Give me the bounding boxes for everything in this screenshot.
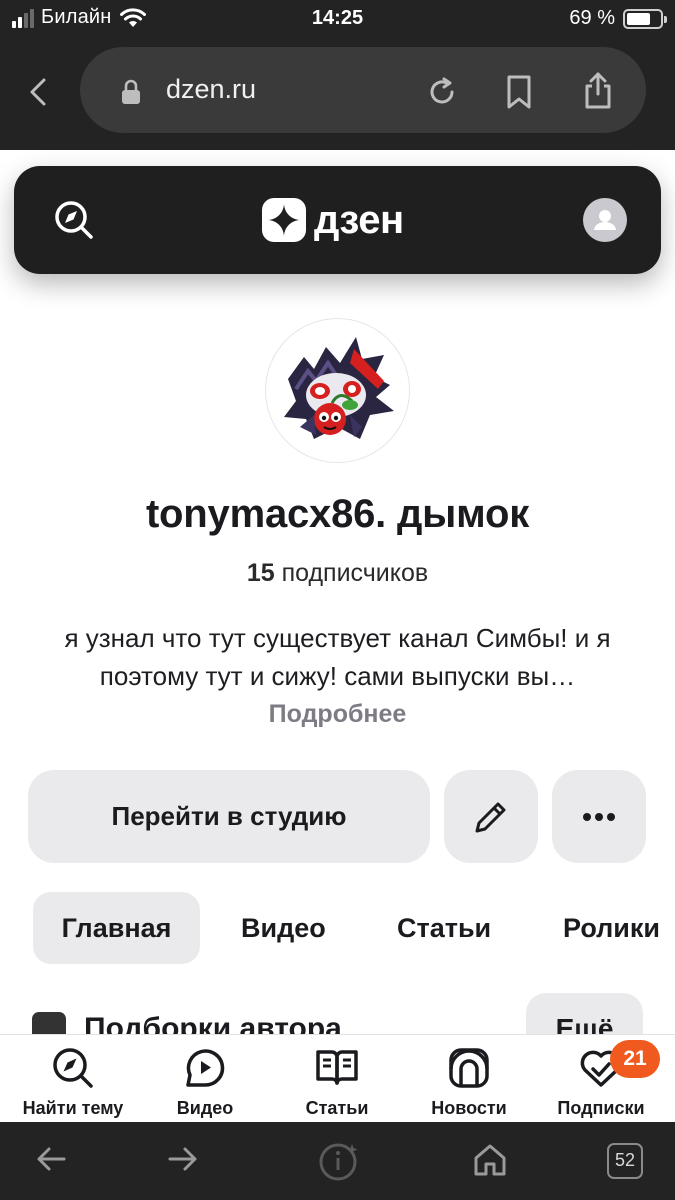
browser-bottom-toolbar: 52 [0,1122,675,1200]
screen: Билайн 14:25 69 % dzen.ru дзен tonymacx8… [0,0,675,1200]
tabs-count-button[interactable]: 52 [607,1143,643,1179]
address-bar[interactable]: dzen.ru [80,47,646,133]
home-icon[interactable] [472,1142,508,1178]
nav-articles[interactable]: Статьи [272,1045,402,1119]
section-title: Подборки автора [84,1012,342,1034]
bookmark-icon[interactable] [504,74,534,110]
video-play-icon [186,1049,225,1087]
nav-news[interactable]: Новости [404,1045,534,1119]
tab-video[interactable]: Видео [241,892,326,964]
search-compass-icon[interactable] [52,198,96,242]
status-bar: Билайн 14:25 69 % [0,0,675,44]
open-book-icon [316,1050,358,1085]
news-globe-icon [449,1048,489,1088]
user-avatar-icon[interactable] [583,198,627,242]
dzen-logo[interactable]: дзен [262,198,404,242]
nav-label: Подписки [557,1098,645,1118]
nav-label: Найти тему [22,1098,124,1118]
dzen-star-icon [262,198,306,242]
tab-shorts[interactable]: Ролики [563,892,660,964]
back-arrow-icon[interactable] [34,1142,68,1176]
subscriptions-badge: 21 [610,1040,660,1078]
share-icon[interactable] [582,70,614,110]
edit-button[interactable] [444,770,538,863]
channel-description: я узнал что тут существует канал Симбы! … [64,623,611,691]
subscriber-count-label: подписчиков [281,559,429,587]
subscriber-count-number: 15 [246,559,275,587]
nav-label: Новости [431,1098,507,1118]
more-options-button[interactable] [552,770,646,863]
more-details-link[interactable]: Подробнее [0,700,675,729]
forward-arrow-icon[interactable] [166,1142,200,1176]
tab-articles[interactable]: Статьи [397,892,491,964]
reload-icon[interactable] [425,75,459,109]
status-bar-right: 69 % [569,7,667,30]
pencil-icon [475,802,506,833]
author-collections-section: Подборки автора Ещё [0,990,675,1034]
info-icon[interactable] [318,1140,360,1182]
lock-icon [122,79,140,104]
section-more-button[interactable]: Ещё [526,993,643,1034]
tab-main[interactable]: Главная [33,892,200,964]
dzen-logo-text: дзен [314,198,404,242]
url-text[interactable]: dzen.ru [166,74,256,105]
browser-top-bar: dzen.ru [0,44,675,150]
collection-icon [32,1012,66,1034]
nav-find-topic[interactable]: Найти тему [8,1045,138,1119]
compass-search-icon [53,1048,93,1088]
subscriber-count: 15 подписчиков [0,559,675,588]
channel-name: tonymacx86. дымок [145,492,530,536]
nav-video[interactable]: Видео [140,1045,270,1119]
go-to-studio-button[interactable]: Перейти в студию [28,770,430,863]
channel-avatar [265,318,410,463]
ellipsis-icon [583,813,591,821]
battery-icon [623,8,667,29]
dzen-header: дзен [14,166,661,274]
nav-label: Видео [176,1098,234,1118]
back-chevron-icon[interactable] [22,72,54,112]
nav-label: Статьи [305,1098,369,1118]
dzen-bottom-nav: Найти тему Видео Статьи Новости Подписки [0,1034,675,1122]
battery-percent: 69 % [569,7,615,29]
